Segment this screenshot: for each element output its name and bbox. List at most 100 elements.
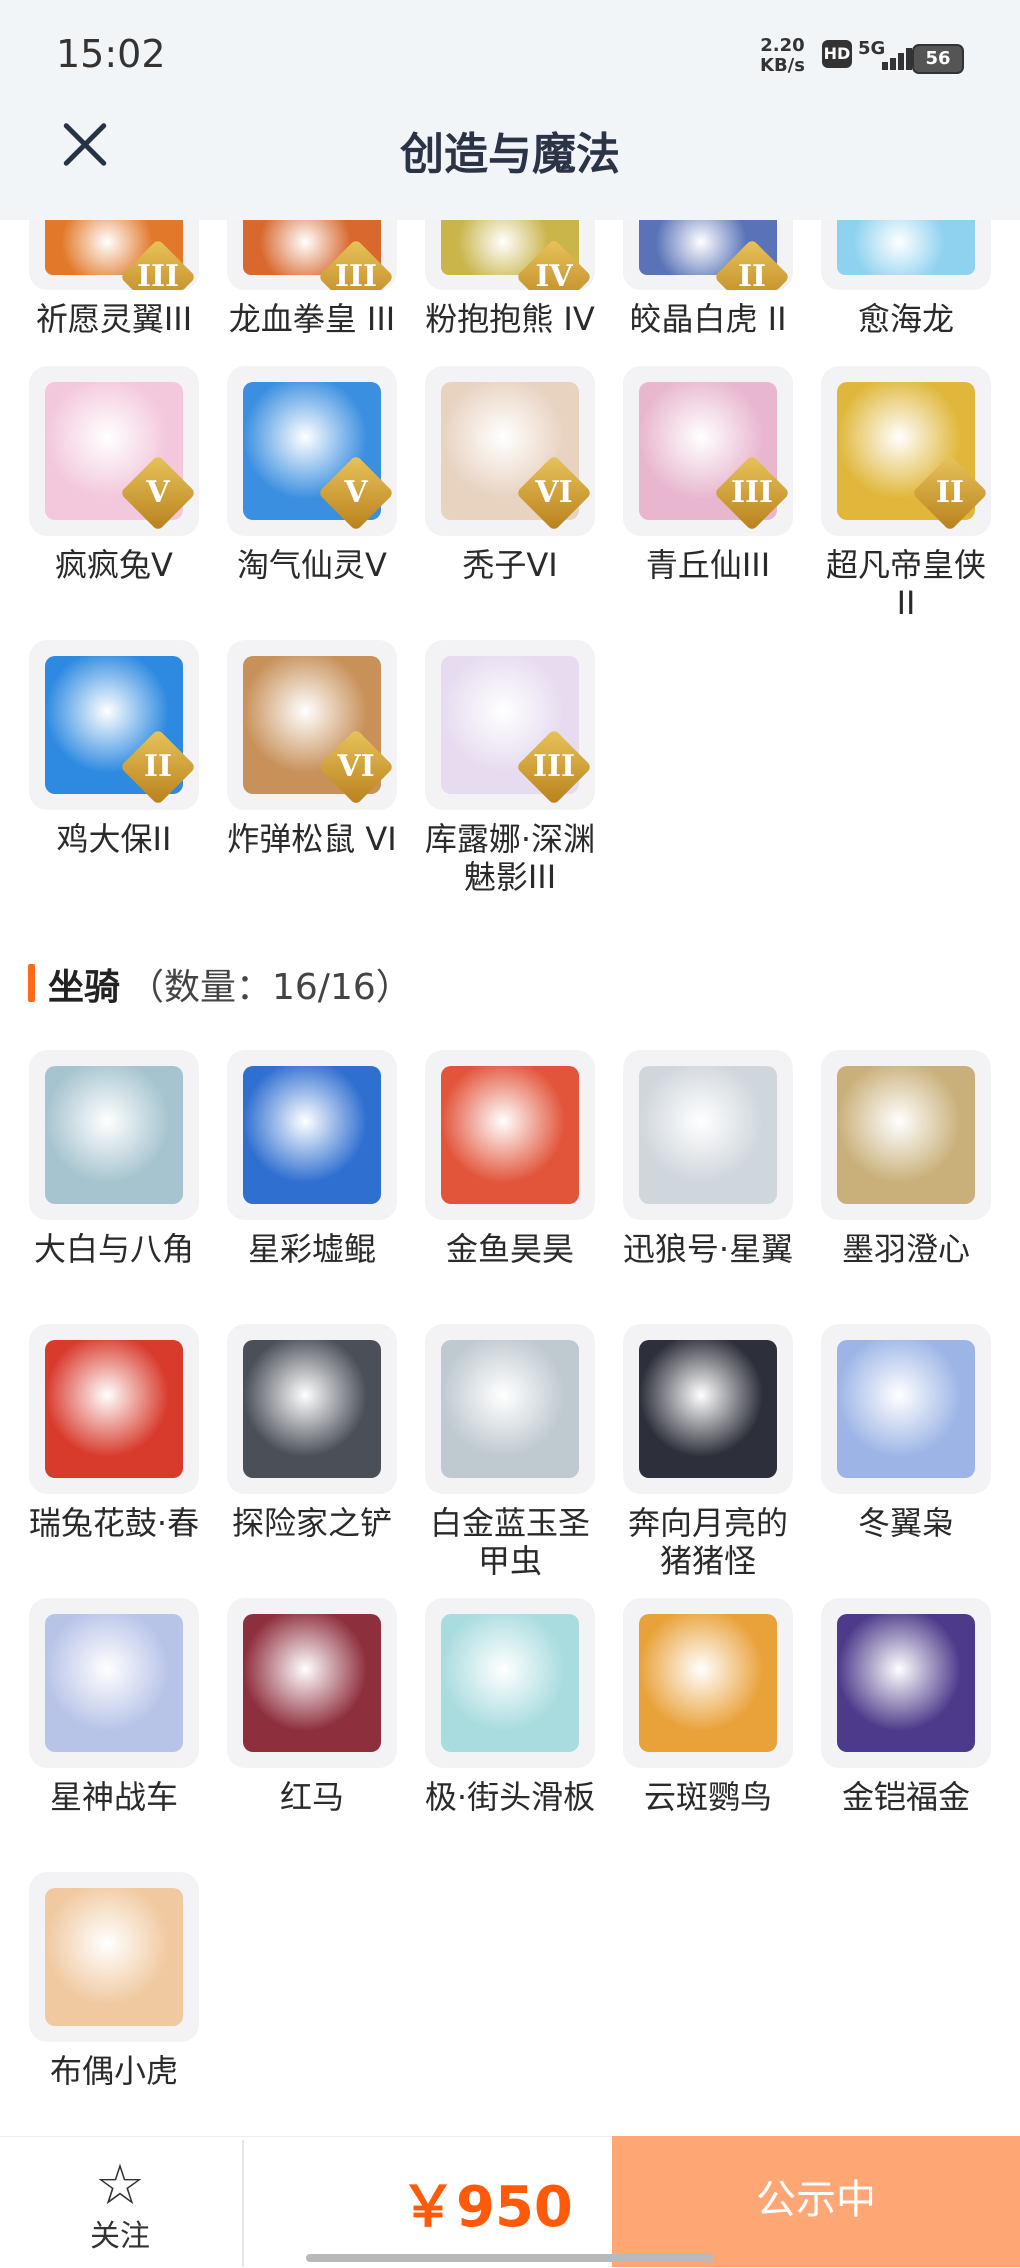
rank-badge-icon: V (119, 454, 197, 532)
mount-item-thumbnail (623, 1324, 793, 1494)
pet-item-thumbnail: II (623, 220, 793, 290)
pet-item[interactable]: II 皎晶白虎 II (622, 220, 794, 338)
pet-item[interactable]: VI 炸弹松鼠 VI (226, 640, 398, 858)
pet-item-label: 超凡帝皇侠II (825, 546, 986, 622)
section-title: 坐骑 (48, 967, 121, 1008)
pet-item-label: 库露娜·深渊魅影III (424, 820, 596, 896)
rank-badge-text: II (935, 475, 965, 510)
mount-item[interactable]: 白金蓝玉圣甲虫 (424, 1324, 596, 1580)
public-status-button[interactable]: 公示中 (612, 2136, 1020, 2267)
mount-item[interactable]: 奔向月亮的猪猪怪 (622, 1324, 794, 1580)
mount-item[interactable]: 红马 (226, 1598, 398, 1816)
mount-item[interactable]: 星神战车 (28, 1598, 200, 1816)
mount-item-thumbnail (425, 1050, 595, 1220)
rank-badge-text: III (334, 259, 378, 290)
pet-item-thumbnail (821, 220, 991, 290)
pet-item[interactable]: IV 粉抱抱熊 IV (424, 220, 596, 338)
pet-item-thumbnail: VI (227, 640, 397, 810)
pet-item-thumbnail: II (821, 366, 991, 536)
pet-item[interactable]: V 淘气仙灵V (226, 366, 398, 584)
mount-item-label: 金铠福金 (841, 1778, 970, 1816)
pet-item-label: 青丘仙III (645, 546, 771, 584)
pet-item-label: 秃子VI (462, 546, 558, 584)
rank-badge-text: VI (535, 475, 573, 510)
pet-item[interactable]: VI 秃子VI (424, 366, 596, 584)
pet-item[interactable]: III 祈愿灵翼III (28, 220, 200, 338)
mount-item[interactable]: 金铠福金 (820, 1598, 992, 1816)
pet-item[interactable]: V 疯疯兔V (28, 366, 200, 584)
mount-item-label: 瑞兔花鼓·春 (28, 1504, 200, 1542)
pet-item-thumbnail: VI (425, 366, 595, 536)
pet-item-thumbnail: III (227, 220, 397, 290)
rank-badge-text: IV (535, 259, 573, 290)
mount-item-thumbnail (821, 1598, 991, 1768)
follow-button[interactable]: ☆ 关注 (70, 2157, 170, 2255)
pet-item-label: 炸弹松鼠 VI (227, 820, 397, 858)
section-count: （数量：16/16） (128, 967, 412, 1008)
mount-item-label: 金鱼昊昊 (445, 1230, 574, 1268)
mount-item-image (837, 1340, 975, 1478)
pet-item-thumbnail: V (29, 366, 199, 536)
pet-item-thumbnail: V (227, 366, 397, 536)
pet-item-label: 皎晶白虎 II (629, 300, 787, 338)
signal-icon (870, 44, 912, 70)
mount-item[interactable]: 大白与八角 (28, 1050, 200, 1268)
network-speed-value: 2.20 (760, 35, 805, 56)
mount-item-label: 奔向月亮的猪猪怪 (627, 1504, 788, 1580)
page-title: 创造与魔法 (400, 129, 620, 180)
pet-item[interactable]: III 青丘仙III (622, 366, 794, 584)
rank-badge-icon: V (317, 454, 395, 532)
mount-item-thumbnail (623, 1050, 793, 1220)
mount-item-image (243, 1340, 381, 1478)
rank-badge-icon: III (515, 728, 593, 806)
star-icon: ☆ (94, 2153, 146, 2218)
mount-item-thumbnail (425, 1324, 595, 1494)
hd-icon: HD (822, 40, 852, 68)
mount-item-label: 白金蓝玉圣甲虫 (429, 1504, 590, 1580)
pet-item-thumbnail: III (623, 366, 793, 536)
mount-item[interactable]: 墨羽澄心 (820, 1050, 992, 1268)
network-speed-unit: KB/s (760, 55, 805, 76)
home-indicator (306, 2254, 714, 2262)
mount-item-image (639, 1340, 777, 1478)
pet-item[interactable]: III 库露娜·深渊魅影III (424, 640, 596, 896)
price-value: ￥950 (400, 2175, 573, 2240)
pet-item[interactable]: II 超凡帝皇侠II (820, 366, 992, 622)
mount-item-label: 布偶小虎 (49, 2052, 178, 2090)
mount-item[interactable]: 星彩墟鲲 (226, 1050, 398, 1268)
mount-item-thumbnail (29, 1324, 199, 1494)
network-speed: 2.20 KB/s (760, 36, 805, 76)
mount-item-thumbnail (821, 1324, 991, 1494)
pet-item-label: 愈海龙 (857, 300, 954, 338)
mount-item-label: 大白与八角 (33, 1230, 194, 1268)
mount-item[interactable]: 金鱼昊昊 (424, 1050, 596, 1268)
mount-item-thumbnail (227, 1324, 397, 1494)
top-bar: 15:02 2.20 KB/s HD 5G 56 创造与魔法 (0, 0, 1020, 220)
pet-item-thumbnail: III (425, 640, 595, 810)
mount-item[interactable]: 探险家之铲 (226, 1324, 398, 1542)
mount-item-label: 云斑鹦鸟 (643, 1778, 772, 1816)
rank-badge-text: III (136, 259, 180, 290)
mount-item[interactable]: 瑞兔花鼓·春 (28, 1324, 200, 1542)
mount-item[interactable]: 极·街头滑板 (424, 1598, 596, 1816)
mount-item[interactable]: 布偶小虎 (28, 1872, 200, 2090)
pet-item-thumbnail: II (29, 640, 199, 810)
mount-item-thumbnail (29, 1050, 199, 1220)
mount-item[interactable]: 云斑鹦鸟 (622, 1598, 794, 1816)
bottom-divider (242, 2140, 244, 2267)
rank-badge-text: III (532, 749, 576, 784)
mount-item[interactable]: 冬翼枭 (820, 1324, 992, 1542)
rank-badge-text: VI (337, 749, 375, 784)
pet-item-image (837, 220, 975, 275)
rank-badge-text: II (143, 749, 173, 784)
pet-item[interactable]: III 龙血拳皇 III (226, 220, 398, 338)
mount-item-image (45, 1614, 183, 1752)
mount-item-image (45, 1066, 183, 1204)
pet-item[interactable]: II 鸡大保II (28, 640, 200, 858)
mount-item[interactable]: 迅狼号·星翼 (622, 1050, 794, 1268)
pet-item[interactable]: 愈海龙 (820, 220, 992, 338)
mount-item-label: 星神战车 (49, 1778, 178, 1816)
rank-badge-icon: VI (515, 454, 593, 532)
mount-item-image (441, 1066, 579, 1204)
mount-item-image (837, 1614, 975, 1752)
